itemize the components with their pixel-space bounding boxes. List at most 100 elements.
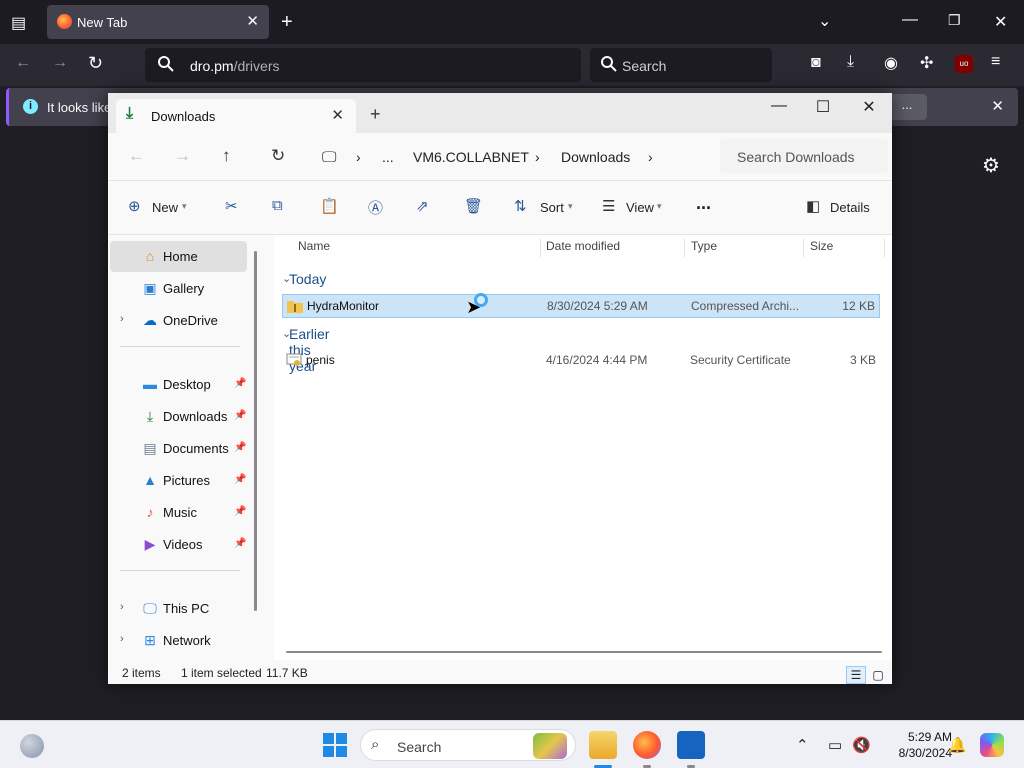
column-header-name[interactable]: Name bbox=[298, 239, 330, 253]
file-row-hydramonitor[interactable]: HydraMonitor 8/30/2024 5:29 AM Compresse… bbox=[282, 294, 880, 318]
share-icon[interactable]: ⇗ bbox=[416, 197, 429, 215]
new-icon[interactable]: ⊕ bbox=[128, 197, 141, 215]
file-row-penis[interactable]: penis 4/16/2024 4:44 PM Security Certifi… bbox=[282, 349, 880, 373]
chevron-up-icon[interactable]: ⌃ bbox=[796, 736, 809, 754]
sidebar-item-videos[interactable]: ▶ Videos 📌 bbox=[110, 529, 247, 560]
sidebar-item-downloads[interactable]: ⤓ Downloads 📌 bbox=[110, 401, 247, 432]
column-divider[interactable] bbox=[684, 239, 685, 257]
back-icon[interactable]: ← bbox=[128, 146, 145, 166]
copilot-icon[interactable] bbox=[980, 733, 1004, 757]
pocket-icon[interactable]: ◙ bbox=[811, 54, 821, 72]
speaker-icon[interactable]: 🔇 bbox=[852, 736, 871, 754]
new-tab-icon[interactable]: + bbox=[281, 11, 293, 34]
file-explorer-icon[interactable] bbox=[589, 731, 617, 759]
url-text: dro.pm/drivers bbox=[190, 58, 279, 74]
info-icon: i bbox=[23, 99, 38, 114]
close-notification-icon[interactable]: ✕ bbox=[991, 97, 1004, 115]
view-icon[interactable]: ☰ bbox=[602, 197, 615, 215]
chevron-down-icon[interactable]: ⌄ bbox=[818, 11, 831, 31]
close-window-icon[interactable]: ✕ bbox=[854, 97, 884, 117]
widgets-icon[interactable] bbox=[20, 734, 44, 758]
close-tab-icon[interactable]: ✕ bbox=[246, 12, 259, 30]
ublock-icon[interactable]: uo bbox=[955, 55, 973, 73]
maximize-icon[interactable]: ☐ bbox=[808, 97, 838, 117]
taskbar-search[interactable]: ⌕ Search bbox=[360, 729, 576, 761]
search-downloads-input[interactable]: Search Downloads bbox=[720, 139, 888, 173]
chevron-right-icon[interactable]: › bbox=[120, 633, 124, 645]
more-options-button[interactable]: ... bbox=[696, 193, 711, 214]
minimize-icon[interactable]: — bbox=[764, 97, 794, 115]
browser-search-box[interactable]: Search bbox=[590, 48, 772, 82]
sidebar-item-desktop[interactable]: ▬ Desktop 📌 bbox=[110, 369, 247, 400]
details-view-icon[interactable]: ☰ bbox=[846, 666, 866, 684]
sidebar-item-label: This PC bbox=[163, 601, 210, 616]
breadcrumb[interactable]: 🖵 › ... VM6.COLLABNET › Downloads › bbox=[310, 139, 714, 173]
tab-list-icon[interactable]: ▤ bbox=[11, 13, 26, 33]
horizontal-scrollbar[interactable] bbox=[286, 651, 882, 653]
sidebar-item-network[interactable]: › ⊞ Network bbox=[110, 625, 247, 656]
reload-icon[interactable]: ↻ bbox=[88, 53, 103, 74]
sidebar-item-onedrive[interactable]: › ☁ OneDrive bbox=[110, 305, 247, 336]
rename-icon[interactable]: Ⓐ bbox=[368, 197, 383, 218]
explorer-tab-downloads[interactable]: ⤓ Downloads ✕ bbox=[116, 99, 356, 133]
start-button[interactable] bbox=[323, 733, 347, 757]
sidebar-item-this-pc[interactable]: › 🖵 This PC bbox=[110, 593, 247, 624]
sort-button[interactable]: Sort bbox=[540, 200, 564, 215]
menu-icon[interactable]: ≡ bbox=[991, 53, 1000, 71]
details-button[interactable]: Details bbox=[830, 200, 870, 215]
sort-icon[interactable]: ⇅ bbox=[514, 197, 527, 215]
account-icon[interactable]: ◉ bbox=[884, 53, 898, 73]
sidebar-item-home[interactable]: ⌂ Home bbox=[110, 241, 247, 272]
column-divider[interactable] bbox=[803, 239, 804, 257]
refresh-icon[interactable]: ↻ bbox=[271, 146, 285, 166]
minimize-icon[interactable]: — bbox=[902, 11, 918, 29]
extensions-icon[interactable]: ✣ bbox=[920, 53, 933, 73]
up-icon[interactable]: ↑ bbox=[222, 146, 231, 166]
column-divider[interactable] bbox=[540, 239, 541, 257]
navigation-scrollbar[interactable] bbox=[254, 251, 257, 611]
clock[interactable]: 5:29 AM 8/30/2024 bbox=[880, 729, 952, 761]
notification-button[interactable]: ... bbox=[887, 94, 927, 120]
column-header-date[interactable]: Date modified bbox=[546, 239, 620, 253]
back-icon[interactable]: ← bbox=[15, 54, 31, 72]
notification-bell-icon[interactable]: 🔔 bbox=[948, 736, 967, 754]
sidebar-item-documents[interactable]: ▤ Documents 📌 bbox=[110, 433, 247, 464]
display-icon[interactable]: ▭ bbox=[828, 736, 842, 754]
sidebar-item-pictures[interactable]: ▲ Pictures 📌 bbox=[110, 465, 247, 496]
firefox-icon[interactable] bbox=[633, 731, 661, 759]
details-pane-icon[interactable]: ◧ bbox=[806, 197, 820, 215]
sidebar-item-gallery[interactable]: ▣ Gallery bbox=[110, 273, 247, 304]
gear-icon[interactable]: ⚙ bbox=[982, 153, 1000, 178]
breadcrumb-item-downloads[interactable]: Downloads bbox=[561, 149, 630, 165]
forward-icon[interactable]: → bbox=[174, 146, 191, 166]
column-header-type[interactable]: Type bbox=[691, 239, 717, 253]
downloads-icon[interactable]: ⤓ bbox=[847, 53, 854, 71]
breadcrumb-overflow[interactable]: ... bbox=[382, 149, 394, 165]
chevron-down-icon: ▾ bbox=[657, 201, 662, 211]
restore-icon[interactable]: ❐ bbox=[948, 12, 961, 29]
url-bar[interactable]: dro.pm/drivers bbox=[145, 48, 581, 82]
view-button[interactable]: View bbox=[626, 200, 654, 215]
breadcrumb-separator: › bbox=[648, 149, 653, 165]
pin-icon: 📌 bbox=[234, 538, 247, 549]
store-icon[interactable] bbox=[677, 731, 705, 759]
search-icon bbox=[158, 56, 174, 72]
chevron-right-icon[interactable]: › bbox=[120, 313, 124, 325]
close-window-icon[interactable]: ✕ bbox=[994, 12, 1007, 32]
sidebar-item-music[interactable]: ♪ Music 📌 bbox=[110, 497, 247, 528]
pin-icon: 📌 bbox=[234, 410, 247, 421]
new-tab-icon[interactable]: + bbox=[370, 104, 381, 125]
breadcrumb-item-collabnet[interactable]: VM6.COLLABNET bbox=[413, 149, 529, 165]
close-tab-icon[interactable]: ✕ bbox=[331, 106, 344, 124]
delete-icon[interactable]: 🗑 bbox=[464, 197, 483, 215]
tiles-view-icon[interactable]: ▢ bbox=[868, 666, 888, 684]
new-button[interactable]: New bbox=[152, 200, 178, 215]
column-header-size[interactable]: Size bbox=[810, 239, 833, 253]
browser-tab[interactable]: New Tab ✕ bbox=[47, 5, 269, 39]
chevron-right-icon[interactable]: › bbox=[120, 601, 124, 613]
column-divider[interactable] bbox=[884, 239, 885, 257]
paste-icon[interactable]: 📋 bbox=[320, 197, 339, 215]
copy-icon[interactable]: ⧉ bbox=[272, 197, 283, 214]
forward-icon[interactable]: → bbox=[52, 54, 68, 72]
cut-icon[interactable]: ✂ bbox=[225, 197, 238, 215]
